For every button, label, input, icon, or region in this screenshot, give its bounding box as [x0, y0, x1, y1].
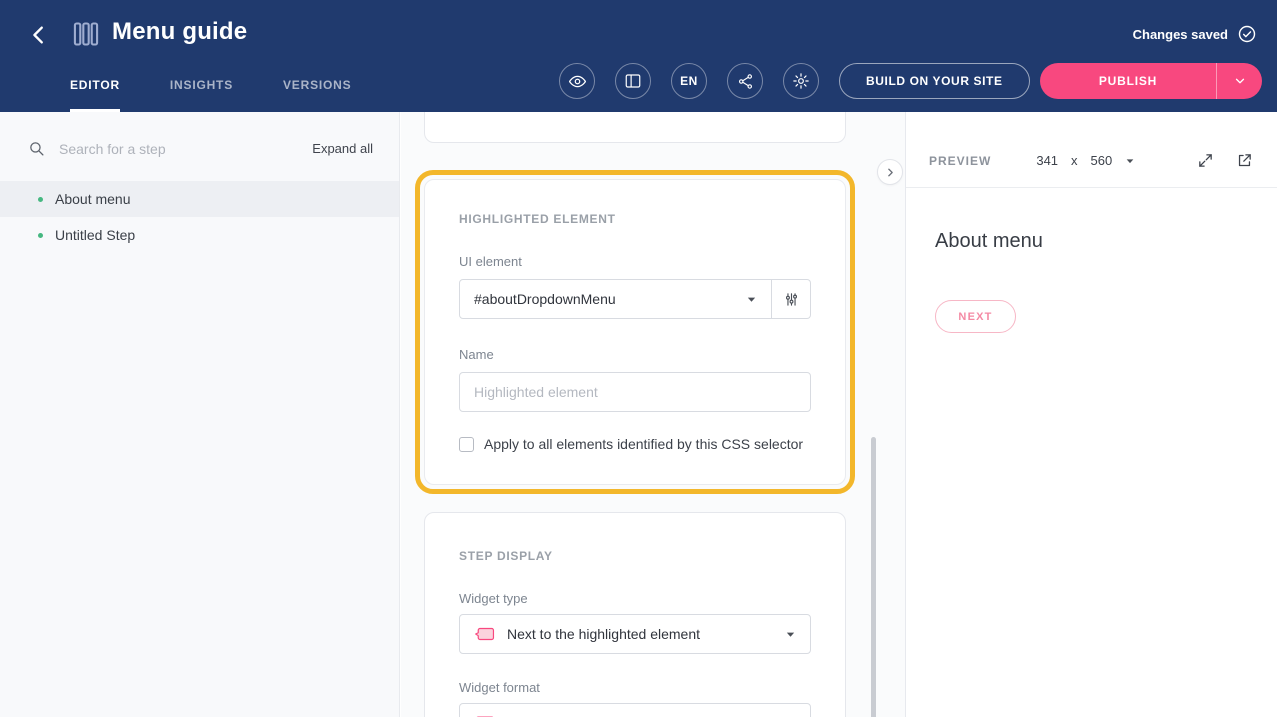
- widget-format-select[interactable]: [459, 703, 811, 717]
- preview-header: PREVIEW 341 x 560: [906, 112, 1277, 188]
- ui-element-value: #aboutDropdownMenu: [474, 291, 736, 307]
- page-title: Menu guide: [112, 18, 247, 46]
- publish-button[interactable]: PUBLISH: [1040, 63, 1262, 99]
- fullscreen-icon: [1197, 152, 1214, 169]
- step-status-dot: [38, 197, 43, 202]
- ui-element-row: #aboutDropdownMenu: [459, 279, 811, 319]
- chevron-left-icon: [28, 24, 50, 46]
- tab-versions[interactable]: VERSIONS: [283, 78, 351, 112]
- apply-to-all-label: Apply to all elements identified by this…: [484, 436, 803, 452]
- collapse-preview-button[interactable]: [877, 159, 903, 185]
- apply-to-all-checkbox[interactable]: [459, 437, 474, 452]
- tab-insights[interactable]: INSIGHTS: [170, 78, 233, 112]
- preview-size-separator: x: [1071, 153, 1078, 168]
- open-in-new-button[interactable]: [1236, 152, 1253, 169]
- gear-icon: [792, 72, 810, 90]
- chevron-down-icon: [746, 294, 757, 305]
- build-on-your-site-button[interactable]: BUILD ON YOUR SITE: [839, 63, 1030, 99]
- expand-all-link[interactable]: Expand all: [312, 141, 373, 156]
- chevron-down-icon: [1125, 156, 1135, 166]
- element-picker-button[interactable]: [772, 279, 811, 319]
- tab-editor[interactable]: EDITOR: [70, 78, 120, 112]
- settings-button[interactable]: [783, 63, 819, 99]
- element-name-input[interactable]: [459, 372, 811, 412]
- publish-dropdown-toggle[interactable]: [1216, 63, 1262, 99]
- open-in-new-icon: [1236, 152, 1253, 169]
- highlighted-element-card: HIGHLIGHTED ELEMENT UI element #aboutDro…: [424, 179, 846, 485]
- eye-icon: [568, 72, 587, 91]
- step-item-label: Untitled Step: [55, 227, 135, 243]
- app-logo-icon: [72, 20, 100, 48]
- preview-step-title: About menu: [935, 230, 1043, 253]
- layout-button[interactable]: [615, 63, 651, 99]
- save-status-label: Changes saved: [1133, 27, 1228, 42]
- preview-height-value: 560: [1091, 153, 1113, 168]
- preview-width-value: 341: [1036, 153, 1058, 168]
- chevron-right-icon: [884, 166, 897, 179]
- language-badge: EN: [680, 74, 698, 88]
- editor-scrollbar[interactable]: [871, 437, 876, 717]
- section-title: HIGHLIGHTED ELEMENT: [459, 212, 811, 226]
- save-status: Changes saved: [1133, 24, 1257, 44]
- search-icon: [28, 140, 45, 157]
- step-search-input[interactable]: [59, 141, 298, 157]
- name-label: Name: [459, 347, 811, 362]
- step-item-label: About menu: [55, 191, 131, 207]
- preview-panel: PREVIEW 341 x 560 About menu NEXT: [905, 112, 1277, 717]
- layout-icon: [624, 72, 642, 90]
- step-status-dot: [38, 233, 43, 238]
- share-button[interactable]: [727, 63, 763, 99]
- check-circle-icon: [1237, 24, 1257, 44]
- language-button[interactable]: EN: [671, 63, 707, 99]
- step-search-row: Expand all: [0, 112, 399, 181]
- widget-type-value: Next to the highlighted element: [507, 626, 700, 642]
- section-title: STEP DISPLAY: [459, 549, 811, 563]
- preview-eye-button[interactable]: [559, 63, 595, 99]
- share-icon: [737, 73, 754, 90]
- tooltip-widget-icon: [474, 625, 496, 643]
- preview-panel-title: PREVIEW: [929, 154, 991, 168]
- card-partial-top: [424, 112, 846, 143]
- step-item-about-menu[interactable]: About menu: [0, 181, 399, 217]
- preview-size-select[interactable]: 341 x 560: [1036, 153, 1135, 168]
- steps-list: About menu Untitled Step: [0, 181, 399, 253]
- steps-sidebar: Expand all About menu Untitled Step: [0, 112, 400, 717]
- widget-type-select[interactable]: Next to the highlighted element: [459, 614, 811, 654]
- ui-element-label: UI element: [459, 254, 811, 269]
- header-tabs: EDITOR INSIGHTS VERSIONS: [70, 78, 351, 112]
- sliders-icon: [783, 291, 800, 308]
- top-header: Menu guide Changes saved EDITOR INSIGHTS…: [0, 0, 1277, 112]
- fullscreen-button[interactable]: [1197, 152, 1214, 169]
- step-display-card: STEP DISPLAY Widget type Next to the hig…: [424, 512, 846, 717]
- step-editor-column: HIGHLIGHTED ELEMENT UI element #aboutDro…: [401, 112, 905, 717]
- publish-button-label[interactable]: PUBLISH: [1040, 63, 1216, 99]
- preview-next-button[interactable]: NEXT: [935, 300, 1016, 333]
- back-button[interactable]: [26, 22, 52, 48]
- step-item-untitled-step[interactable]: Untitled Step: [0, 217, 399, 253]
- chevron-down-icon: [1233, 74, 1247, 88]
- header-icon-group: EN: [559, 63, 819, 99]
- widget-type-label: Widget type: [459, 591, 811, 606]
- widget-format-label: Widget format: [459, 680, 811, 695]
- highlighted-section-ring: HIGHLIGHTED ELEMENT UI element #aboutDro…: [415, 170, 855, 494]
- chevron-down-icon: [785, 629, 796, 640]
- preview-header-icons: [1197, 152, 1253, 169]
- apply-to-all-row[interactable]: Apply to all elements identified by this…: [459, 436, 811, 452]
- ui-element-select[interactable]: #aboutDropdownMenu: [459, 279, 772, 319]
